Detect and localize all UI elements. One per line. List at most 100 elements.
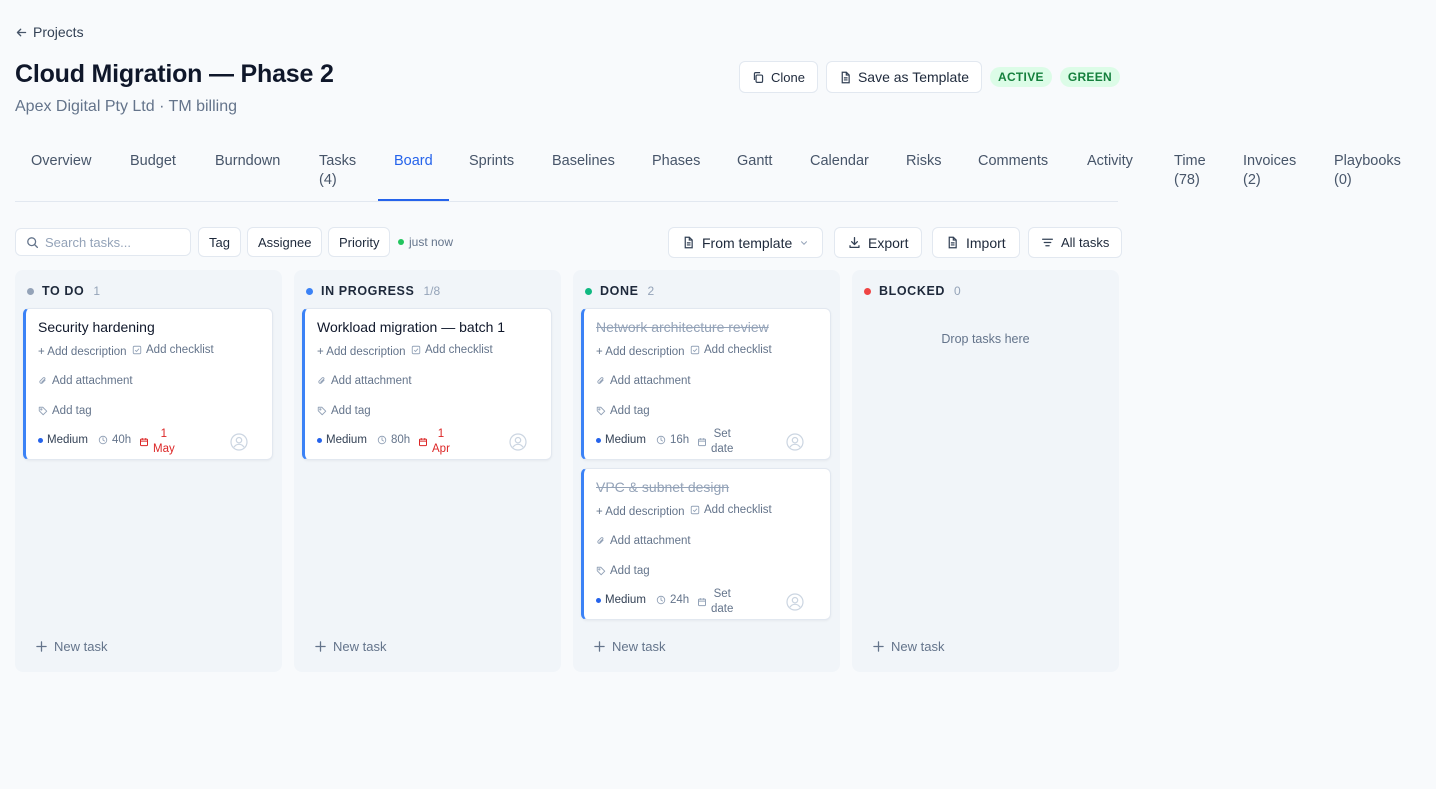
add-description-button[interactable]: + Add description [317,346,406,358]
priority-selector[interactable]: Medium [38,434,88,446]
tab-budget[interactable]: Budget [130,152,176,171]
add-tag-button[interactable]: Add tag [596,565,650,577]
arrow-left-icon [15,26,28,39]
priority-selector[interactable]: Medium [596,594,646,606]
task-title[interactable]: VPC & subnet design [596,479,729,495]
calendar-icon [697,437,707,447]
column-count: 0 [954,284,961,298]
estimate-field[interactable]: 40h [98,434,131,446]
column-in-progress: IN PROGRESS 1/8 Workload migration — bat… [294,270,561,672]
task-card[interactable]: Security hardening + Add description Add c… [23,308,273,460]
add-checklist-button[interactable]: Add checklist [690,344,772,356]
clock-icon [98,435,108,445]
download-icon [848,236,861,249]
paperclip-icon [596,376,606,386]
estimate-field[interactable]: 16h [656,434,689,446]
column-status-dot [585,287,592,295]
user-avatar-icon[interactable] [786,433,804,451]
priority-label: Medium [605,434,646,446]
priority-selector[interactable]: Medium [317,434,367,446]
calendar-icon [418,437,428,447]
breadcrumb[interactable]: Projects [15,24,84,40]
tag-filter-button[interactable]: Tag [198,227,241,257]
column-blocked: BLOCKED 0 Drop tasks here New task [852,270,1119,672]
tab-overview[interactable]: Overview [31,152,91,171]
tab-risks[interactable]: Risks [906,152,941,171]
add-attachment-button[interactable]: Add attachment [317,375,412,387]
new-task-button[interactable]: New task [315,639,386,654]
add-description-button[interactable]: + Add description [38,346,127,358]
add-tag-button[interactable]: Add tag [317,405,371,417]
chevron-down-icon [799,238,809,248]
task-title[interactable]: Network architecture review [596,319,769,335]
due-date-field[interactable]: Set date [697,587,733,617]
tab-burndown[interactable]: Burndown [215,152,280,171]
task-card[interactable]: Workload migration — batch 1 + Add descri… [302,308,552,460]
task-card[interactable]: Network architecture review + Add descrip… [581,308,831,460]
export-button[interactable]: Export [834,227,923,258]
add-attachment-label: Add attachment [52,375,133,387]
column-header: TO DO 1 [27,284,100,298]
add-attachment-label: Add attachment [331,375,412,387]
status-badge: ACTIVE [990,67,1052,87]
column-status-dot [864,287,871,295]
clone-button[interactable]: Clone [739,61,818,93]
add-tag-button[interactable]: Add tag [38,405,92,417]
all-tasks-label: All tasks [1061,235,1110,250]
user-avatar-icon[interactable] [230,433,248,451]
add-description-button[interactable]: + Add description [596,506,685,518]
tab-activity[interactable]: Activity [1087,152,1133,171]
tab-comments[interactable]: Comments [978,152,1048,171]
add-attachment-button[interactable]: Add attachment [596,535,691,547]
tab-calendar[interactable]: Calendar [810,152,869,171]
priority-selector[interactable]: Medium [596,434,646,446]
add-checklist-label: Add checklist [704,504,772,516]
add-attachment-button[interactable]: Add attachment [38,375,133,387]
priority-filter-button[interactable]: Priority [328,227,391,257]
task-card-footer: Medium 24h Set date [596,587,834,619]
add-checklist-label: Add checklist [146,344,214,356]
tab-tasks[interactable]: Tasks (4) [319,152,356,190]
estimate-field[interactable]: 24h [656,594,689,606]
new-task-button[interactable]: New task [36,639,107,654]
add-tag-button[interactable]: Add tag [596,405,650,417]
tab-board[interactable]: Board [394,152,433,171]
import-button[interactable]: Import [932,227,1020,258]
save-as-template-button[interactable]: Save as Template [825,61,982,93]
all-tasks-button[interactable]: All tasks [1028,227,1123,258]
column-status-dot [306,287,313,295]
add-checklist-button[interactable]: Add checklist [411,344,493,356]
tab-baselines[interactable]: Baselines [552,152,615,171]
add-attachment-button[interactable]: Add attachment [596,375,691,387]
health-badge: GREEN [1059,67,1120,87]
tab-time[interactable]: Time (78) [1174,152,1206,190]
copy-icon [752,71,765,84]
add-description-button[interactable]: + Add description [596,346,685,358]
due-date-field[interactable]: 1 Apr [418,427,450,457]
tab-phases[interactable]: Phases [652,152,700,171]
user-avatar-icon[interactable] [786,593,804,611]
new-task-button[interactable]: New task [594,639,665,654]
search-input[interactable] [45,234,185,250]
assignee-filter-button[interactable]: Assignee [247,227,323,257]
due-date-field[interactable]: 1 May [139,427,175,457]
estimate-field[interactable]: 80h [377,434,410,446]
task-title[interactable]: Security hardening [38,319,155,335]
sync-dot [398,239,404,245]
new-task-button[interactable]: New task [873,639,944,654]
add-checklist-button[interactable]: Add checklist [132,344,214,356]
estimate-value: 16h [670,434,690,446]
tab-playbooks[interactable]: Playbooks (0) [1334,152,1401,190]
tab-gantt[interactable]: Gantt [737,152,772,171]
tab-sprints[interactable]: Sprints [469,152,514,171]
add-tag-label: Add tag [610,565,650,577]
from-template-button[interactable]: From template [668,227,824,258]
task-card[interactable]: VPC & subnet design + Add description Add … [581,468,831,620]
page-title: Cloud Migration — Phase 2 [15,60,334,88]
user-avatar-icon[interactable] [509,433,527,451]
task-title[interactable]: Workload migration — batch 1 [317,319,505,335]
tab-invoices[interactable]: Invoices (2) [1243,152,1296,190]
add-checklist-button[interactable]: Add checklist [690,504,772,516]
due-date-field[interactable]: Set date [697,427,733,457]
new-task-label: New task [333,639,387,654]
